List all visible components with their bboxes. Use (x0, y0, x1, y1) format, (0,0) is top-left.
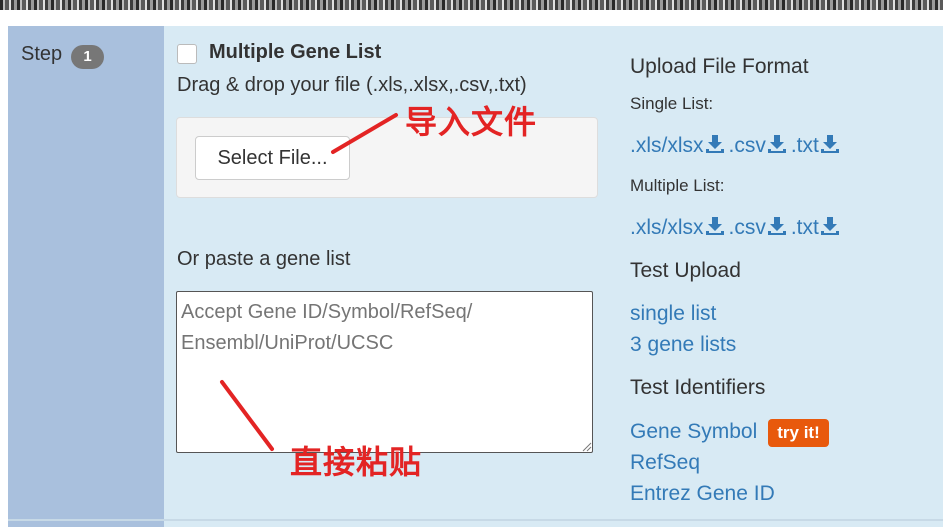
annotation-lines (220, 113, 398, 451)
paste-directly-annotation: 直接粘贴 (290, 443, 423, 481)
paste-annotation-line (220, 380, 274, 451)
import-annotation-line (331, 113, 398, 154)
import-file-annotation: 导入文件 (405, 103, 538, 141)
